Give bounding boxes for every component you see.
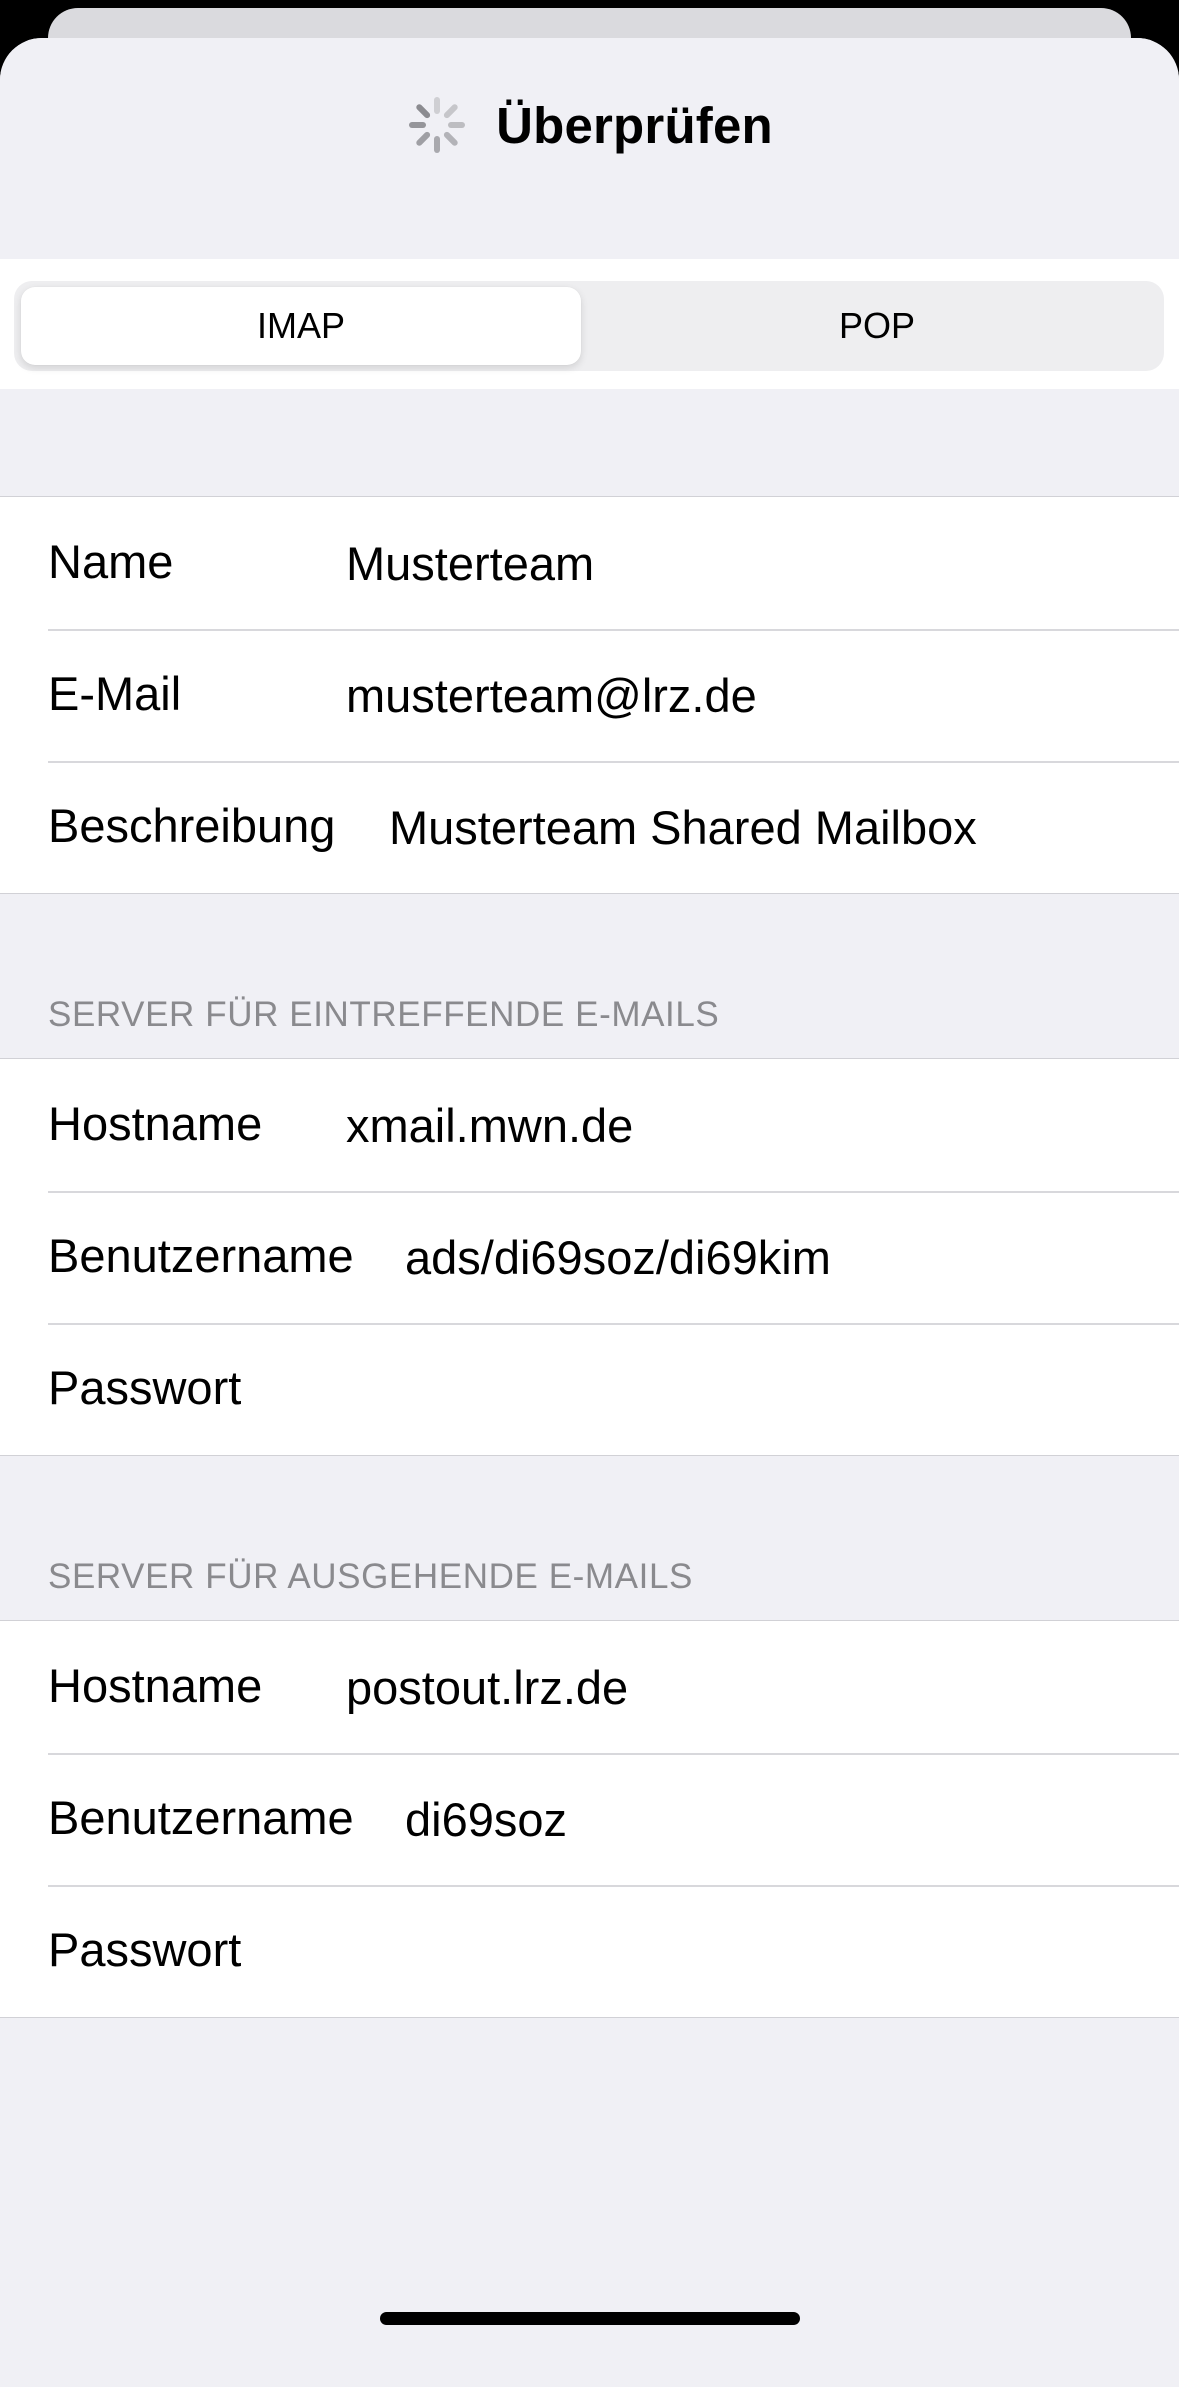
outgoing-hostname-row[interactable]: Hostname postout.lrz.de [0,1621,1179,1753]
email-label: E-Mail [48,667,182,720]
segment-pop[interactable]: POP [597,287,1157,365]
incoming-hostname-row[interactable]: Hostname xmail.mwn.de [0,1059,1179,1191]
incoming-username-row[interactable]: Benutzername ads/di69soz/di69kim [0,1191,1179,1323]
incoming-password-label: Passwort [48,1361,242,1414]
name-row[interactable]: Name Musterteam [0,497,1179,629]
name-label: Name [48,535,174,588]
email-field[interactable]: musterteam@lrz.de [346,629,757,761]
description-label: Beschreibung [48,799,336,852]
outgoing-username-row[interactable]: Benutzername di69soz [0,1753,1179,1885]
outgoing-password-row[interactable]: Passwort [0,1885,1179,2017]
page-title: Überprüfen [496,96,773,154]
incoming-username-field[interactable]: ads/di69soz/di69kim [405,1191,831,1323]
outgoing-server-group: Hostname postout.lrz.de Benutzername di6… [0,1620,1179,2018]
incoming-server-header: SERVER FÜR EINTREFFENDE E-MAILS [48,995,720,1034]
outgoing-hostname-label: Hostname [48,1659,263,1712]
outgoing-server-header: SERVER FÜR AUSGEHENDE E-MAILS [48,1557,693,1596]
incoming-hostname-field[interactable]: xmail.mwn.de [346,1059,633,1191]
modal-sheet: Überprüfen IMAP POP Name Musterteam E-Ma… [0,38,1179,2387]
protocol-segmented-control: IMAP POP [14,281,1164,371]
outgoing-username-label: Benutzername [48,1791,354,1844]
protocol-segment-bar: IMAP POP [0,259,1179,389]
home-indicator[interactable] [380,2312,800,2325]
outgoing-password-label: Passwort [48,1923,242,1976]
outgoing-hostname-field[interactable]: postout.lrz.de [346,1621,628,1753]
email-row[interactable]: E-Mail musterteam@lrz.de [0,629,1179,761]
description-row[interactable]: Beschreibung Musterteam Shared Mailbox [0,761,1179,893]
navigation-bar: Überprüfen [0,38,1179,260]
name-field[interactable]: Musterteam [346,497,594,629]
segment-imap[interactable]: IMAP [21,287,581,365]
activity-spinner-icon [409,97,466,153]
description-field[interactable]: Musterteam Shared Mailbox [389,761,977,893]
nav-title-group: Überprüfen [0,90,1179,160]
incoming-server-group: Hostname xmail.mwn.de Benutzername ads/d… [0,1058,1179,1456]
outgoing-username-field[interactable]: di69soz [405,1753,567,1885]
incoming-password-row[interactable]: Passwort [0,1323,1179,1455]
incoming-hostname-label: Hostname [48,1097,263,1150]
account-info-group: Name Musterteam E-Mail musterteam@lrz.de… [0,496,1179,894]
incoming-username-label: Benutzername [48,1229,354,1282]
